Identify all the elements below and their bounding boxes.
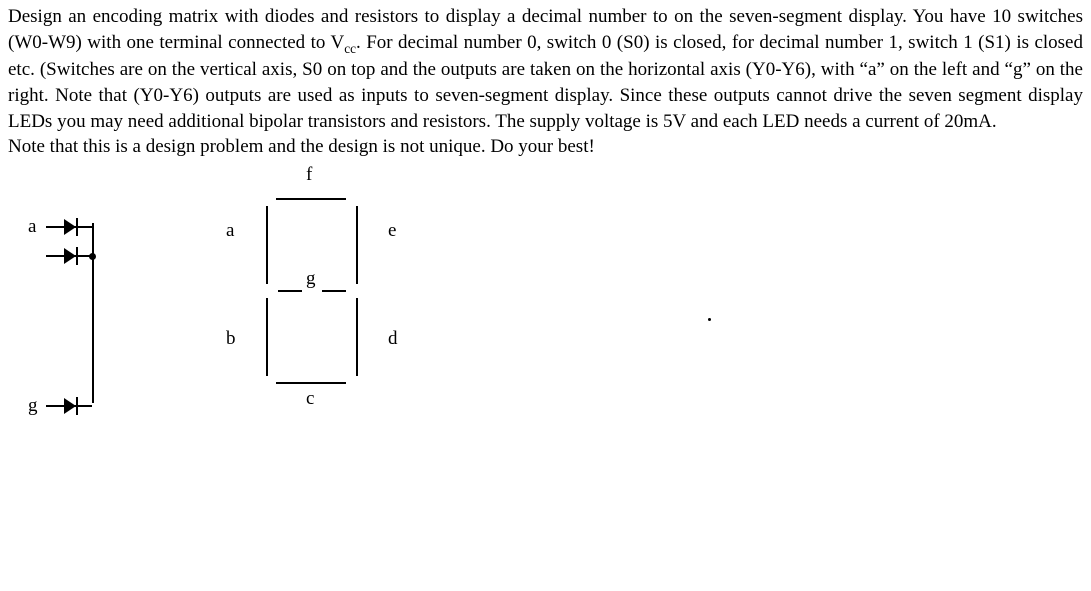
spacer <box>478 168 778 368</box>
segment-d <box>356 298 358 376</box>
diode-matrix-figure: a g <box>28 208 138 458</box>
seg-label-a: a <box>226 218 234 244</box>
diode-label-a: a <box>28 214 46 240</box>
diode-row-g: g <box>28 393 92 419</box>
segment-f <box>276 198 346 200</box>
diode-row-2 <box>28 246 92 266</box>
seg-label-d: d <box>388 326 398 352</box>
diode-symbol-g <box>46 396 92 416</box>
segment-g-left <box>278 290 302 292</box>
diode-bus-line <box>92 223 94 403</box>
stray-mark <box>708 318 711 321</box>
diode-symbol-1 <box>46 217 92 237</box>
problem-note: Note that this is a design problem and t… <box>8 134 1083 160</box>
problem-statement: Design an encoding matrix with diodes an… <box>8 4 1083 160</box>
segment-g-right <box>322 290 346 292</box>
seg-label-g: g <box>306 266 316 292</box>
vcc-subscript: cc <box>344 40 356 55</box>
segment-b <box>266 298 268 376</box>
diode-label-g: g <box>28 393 46 419</box>
diode-row-a: a <box>28 214 92 240</box>
seg-label-b: b <box>226 326 236 352</box>
segment-c <box>276 382 346 384</box>
segment-a <box>266 206 268 284</box>
seg-label-e: e <box>388 218 396 244</box>
seven-segment-figure: f a b e d g c <box>178 168 438 428</box>
junction-dot <box>89 253 96 260</box>
seg-label-c: c <box>306 386 314 412</box>
segment-e <box>356 206 358 284</box>
diode-symbol-2 <box>46 246 92 266</box>
seg-label-f: f <box>306 162 312 188</box>
figures-container: a g <box>8 168 1083 458</box>
